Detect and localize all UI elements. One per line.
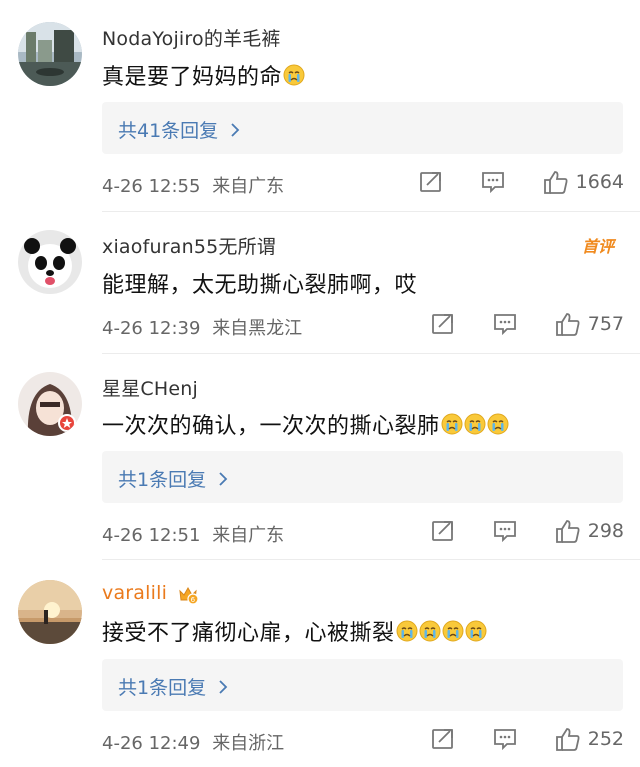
comment-feed: NodaYojiro的羊毛裤 真是要了妈妈的命 共41条回复 4-26 12:5…: [0, 0, 640, 767]
like-count: 757: [587, 313, 624, 335]
comment-item: NodaYojiro的羊毛裤 真是要了妈妈的命 共41条回复 4-26 12:5…: [0, 0, 640, 212]
svg-text:6: 6: [191, 596, 196, 604]
comment-button[interactable]: [492, 726, 518, 752]
comment-item: 星星CHenj 一次次的确认，一次次的撕心裂肺 共1条回复 4-26 12:51…: [0, 354, 640, 560]
repost-icon: [431, 314, 453, 334]
avatar[interactable]: [18, 372, 82, 436]
crying-face-emoji: [441, 413, 463, 435]
comment-text: 真是要了妈妈的命: [102, 59, 305, 91]
avatar[interactable]: [18, 580, 82, 644]
comment-item: xiaofuran55无所谓 首评 能理解，太无助撕心裂肺啊，哎 4-26 12…: [0, 212, 640, 354]
comment-actions: 252: [430, 725, 624, 753]
timestamp: 4-26 12:39: [102, 318, 201, 339]
reply-preview[interactable]: 共1条回复: [102, 451, 623, 503]
view-replies-link[interactable]: 共1条回复: [118, 465, 228, 492]
crying-face-emoji: [465, 620, 487, 642]
comment-button[interactable]: [492, 518, 518, 544]
chevron-right-icon: [219, 471, 228, 486]
username[interactable]: varalili 6: [102, 582, 199, 605]
thumbs-up-icon: [555, 728, 580, 751]
comment-button[interactable]: [480, 169, 506, 195]
thumbs-up-icon: [555, 313, 580, 336]
crying-face-emoji: [487, 413, 509, 435]
comment-meta: 4-26 12:55 来自广东: [102, 172, 284, 198]
comment-text: 一次次的确认，一次次的撕心裂肺: [102, 408, 509, 440]
comment-meta: 4-26 12:49 来自浙江: [102, 729, 284, 755]
view-replies-link[interactable]: 共41条回复: [118, 116, 240, 143]
repost-button[interactable]: [430, 518, 456, 544]
replies-count: 共41条回复: [118, 120, 219, 142]
location: 来自黑龙江: [212, 318, 303, 339]
crying-face-emoji: [396, 620, 418, 642]
chevron-right-icon: [219, 679, 228, 694]
comment-text: 能理解，太无助撕心裂肺啊，哎: [102, 267, 417, 299]
comment-icon: [481, 172, 504, 194]
username[interactable]: NodaYojiro的羊毛裤: [102, 24, 281, 51]
like-button[interactable]: 757: [554, 310, 624, 338]
location: 来自广东: [212, 525, 285, 546]
avatar[interactable]: [18, 230, 82, 294]
comment-text-content: 能理解，太无助撕心裂肺啊，哎: [102, 273, 418, 298]
username[interactable]: 星星CHenj: [102, 374, 198, 401]
repost-button[interactable]: [430, 311, 456, 337]
like-button[interactable]: 298: [554, 517, 624, 545]
chevron-right-icon: [231, 122, 240, 137]
comment-text-content: 真是要了妈妈的命: [102, 65, 283, 90]
reply-preview[interactable]: 共1条回复: [102, 659, 623, 711]
location: 来自广东: [212, 176, 285, 197]
thumbs-up-icon: [543, 171, 568, 194]
comment-button[interactable]: [492, 311, 518, 337]
like-count: 252: [587, 728, 624, 750]
comment-actions: 1664: [418, 168, 624, 196]
thumbs-up-icon: [555, 520, 580, 543]
crying-face-emoji: [442, 620, 464, 642]
comment-text-content: 接受不了痛彻心扉，心被撕裂: [102, 621, 395, 646]
username-text: varalili: [102, 582, 168, 604]
view-replies-link[interactable]: 共1条回复: [118, 673, 228, 700]
reply-preview[interactable]: 共41条回复: [102, 102, 623, 154]
comment-item: varalili 6 接受不了痛彻心扉，心被撕裂 共1条回复 4-26 12:4…: [0, 560, 640, 767]
comment-actions: 298: [430, 517, 624, 545]
repost-icon: [431, 729, 453, 749]
comment-icon: [493, 729, 516, 751]
vip-crown-icon: 6: [179, 586, 199, 605]
replies-count: 共1条回复: [118, 469, 207, 491]
timestamp: 4-26 12:49: [102, 733, 201, 754]
comment-actions: 757: [430, 310, 624, 338]
repost-icon: [431, 521, 453, 541]
like-count: 298: [587, 520, 624, 542]
comment-meta: 4-26 12:51 来自广东: [102, 521, 284, 547]
location: 来自浙江: [212, 733, 285, 754]
comment-text: 接受不了痛彻心扉，心被撕裂: [102, 615, 487, 647]
username[interactable]: xiaofuran55无所谓: [102, 232, 276, 259]
like-button[interactable]: 252: [554, 725, 624, 753]
comment-text-content: 一次次的确认，一次次的撕心裂肺: [102, 414, 440, 439]
repost-button[interactable]: [418, 169, 444, 195]
crying-face-emoji: [419, 620, 441, 642]
comment-icon: [493, 521, 516, 543]
repost-icon: [419, 172, 441, 192]
replies-count: 共1条回复: [118, 677, 207, 699]
first-comment-badge: 首评: [581, 237, 614, 256]
crying-face-emoji: [283, 64, 305, 86]
timestamp: 4-26 12:55: [102, 176, 201, 197]
avatar[interactable]: [18, 22, 82, 86]
comment-meta: 4-26 12:39 来自黑龙江: [102, 314, 302, 340]
like-button[interactable]: 1664: [542, 168, 624, 196]
comment-icon: [493, 314, 516, 336]
repost-button[interactable]: [430, 726, 456, 752]
like-count: 1664: [575, 171, 624, 193]
timestamp: 4-26 12:51: [102, 525, 201, 546]
crying-face-emoji: [464, 413, 486, 435]
